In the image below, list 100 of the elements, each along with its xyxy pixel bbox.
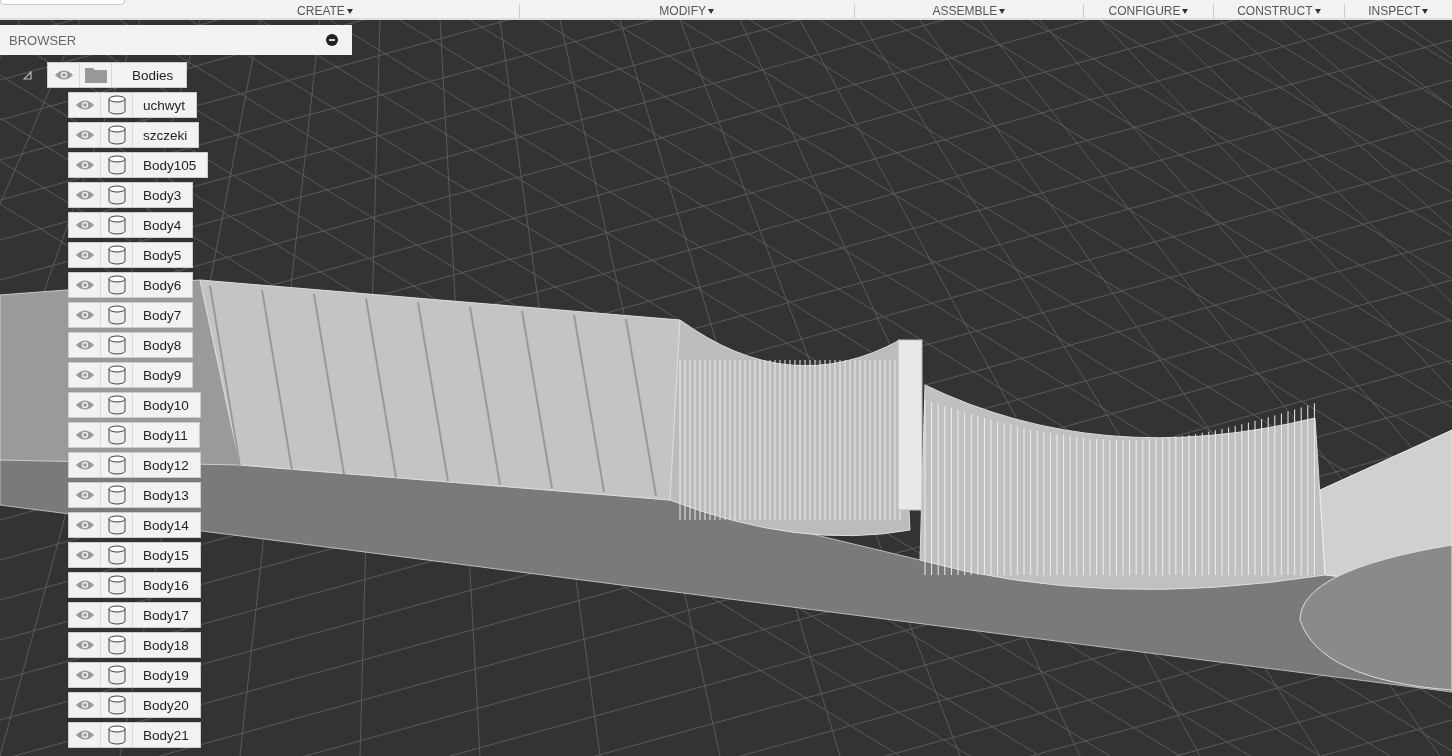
cylinder-icon — [106, 515, 127, 535]
tree-node[interactable]: Body19 — [68, 662, 201, 688]
tree-node[interactable]: Bodies — [47, 62, 188, 88]
eye-icon[interactable] — [74, 639, 95, 651]
eye-icon[interactable] — [74, 669, 95, 681]
tree-node-label: szczeki — [142, 126, 189, 145]
eye-icon[interactable] — [74, 309, 95, 321]
toolbar-menu[interactable]: CREATE — [297, 4, 353, 18]
eye-icon[interactable] — [74, 279, 95, 291]
cylinder-icon — [106, 215, 127, 235]
tree-node[interactable]: Body4 — [68, 212, 194, 238]
cylinder-icon — [106, 335, 127, 355]
eye-icon[interactable] — [74, 189, 95, 201]
tree-node[interactable]: Body13 — [68, 482, 201, 508]
eye-icon[interactable] — [53, 69, 74, 81]
expand-toggle-icon[interactable] — [23, 70, 32, 80]
tree-node[interactable]: Body5 — [68, 242, 194, 268]
toolbar-button[interactable] — [0, 0, 126, 5]
tree-node-label: Body12 — [142, 456, 190, 475]
caret-icon — [1314, 8, 1321, 14]
tree-node[interactable]: Body105 — [68, 152, 209, 178]
tree-node-label: Body15 — [142, 546, 190, 565]
tree-node[interactable]: uchwyt — [68, 92, 198, 118]
tree-node[interactable]: Body14 — [68, 512, 201, 538]
eye-icon[interactable] — [74, 489, 95, 501]
tree-node-label: Body19 — [142, 666, 190, 685]
tree-node-label: Body7 — [142, 306, 183, 325]
eye-icon[interactable] — [74, 99, 95, 111]
tree-node[interactable]: Body6 — [68, 272, 194, 298]
eye-icon[interactable] — [74, 579, 95, 591]
cylinder-icon — [106, 635, 127, 655]
eye-icon[interactable] — [74, 369, 95, 381]
tree-node[interactable]: Body18 — [68, 632, 201, 658]
tree-node-label: Body6 — [142, 276, 183, 295]
collapse-icon[interactable] — [326, 34, 338, 46]
eye-icon[interactable] — [74, 699, 95, 711]
tree-node[interactable]: Body3 — [68, 182, 194, 208]
eye-icon[interactable] — [74, 339, 95, 351]
tree-node-label: Body8 — [142, 336, 183, 355]
eye-icon[interactable] — [74, 129, 95, 141]
tree-node-label: Body21 — [142, 726, 190, 745]
toolbar-menu[interactable]: ASSEMBLE — [932, 4, 1006, 18]
tree-node[interactable]: Body16 — [68, 572, 201, 598]
caret-icon — [1422, 8, 1429, 14]
caret-icon — [999, 8, 1006, 14]
cylinder-icon — [106, 605, 127, 625]
cylinder-icon — [106, 575, 127, 595]
tree-node[interactable]: Body21 — [68, 722, 201, 748]
tree-node[interactable]: Body11 — [68, 422, 200, 448]
cylinder-icon — [106, 425, 127, 445]
tree-node-label: Body105 — [142, 156, 198, 175]
tree-node-label: Body10 — [142, 396, 190, 415]
tree-node[interactable]: Body17 — [68, 602, 201, 628]
cylinder-icon — [106, 545, 127, 565]
tree-node-label: Body5 — [142, 246, 183, 265]
eye-icon[interactable] — [74, 609, 95, 621]
tree-node-label: Body18 — [142, 636, 190, 655]
eye-icon[interactable] — [74, 459, 95, 471]
tree-node[interactable]: szczeki — [68, 122, 200, 148]
cylinder-icon — [106, 365, 127, 385]
tree-node-label: Body13 — [142, 486, 190, 505]
tree-node-label: Body9 — [142, 366, 183, 385]
tree-node-label: Body4 — [142, 216, 183, 235]
tree-node[interactable]: Body8 — [68, 332, 194, 358]
toolbar-menu[interactable]: MODIFY — [659, 4, 715, 18]
cylinder-icon — [106, 455, 127, 475]
eye-icon[interactable] — [74, 249, 95, 261]
tree-node[interactable]: Body10 — [68, 392, 201, 418]
eye-icon[interactable] — [74, 519, 95, 531]
tree-node[interactable]: Body9 — [68, 362, 194, 388]
cylinder-icon — [106, 305, 127, 325]
eye-icon[interactable] — [74, 219, 95, 231]
cylinder-icon — [106, 725, 127, 745]
toolbar-menu[interactable]: CONSTRUCT — [1237, 4, 1321, 18]
eye-icon[interactable] — [74, 159, 95, 171]
cylinder-icon — [106, 155, 127, 175]
tree-node-label: Body17 — [142, 606, 190, 625]
tree-node[interactable]: Body12 — [68, 452, 201, 478]
eye-icon[interactable] — [74, 429, 95, 441]
toolbar-menu[interactable]: INSPECT — [1368, 4, 1429, 18]
tree-node-label: Body11 — [142, 426, 189, 445]
cylinder-icon — [106, 95, 127, 115]
browser-title: BROWSER — [9, 32, 77, 48]
tree-node-label: uchwyt — [142, 96, 187, 115]
caret-icon — [346, 8, 353, 14]
tree-node-label: Bodies — [131, 66, 175, 85]
eye-icon[interactable] — [74, 399, 95, 411]
cylinder-icon — [106, 185, 127, 205]
folder-icon — [84, 67, 107, 83]
tree-node[interactable]: Body20 — [68, 692, 201, 718]
eye-icon[interactable] — [74, 549, 95, 561]
eye-icon[interactable] — [74, 729, 95, 741]
tree-node-label: Body16 — [142, 576, 190, 595]
cylinder-icon — [106, 275, 127, 295]
tree-node-label: Body3 — [142, 186, 183, 205]
tree-node[interactable]: Body15 — [68, 542, 201, 568]
cylinder-icon — [106, 485, 127, 505]
cylinder-icon — [106, 665, 127, 685]
tree-node[interactable]: Body7 — [68, 302, 194, 328]
toolbar-menu[interactable]: CONFIGURE — [1108, 4, 1189, 18]
